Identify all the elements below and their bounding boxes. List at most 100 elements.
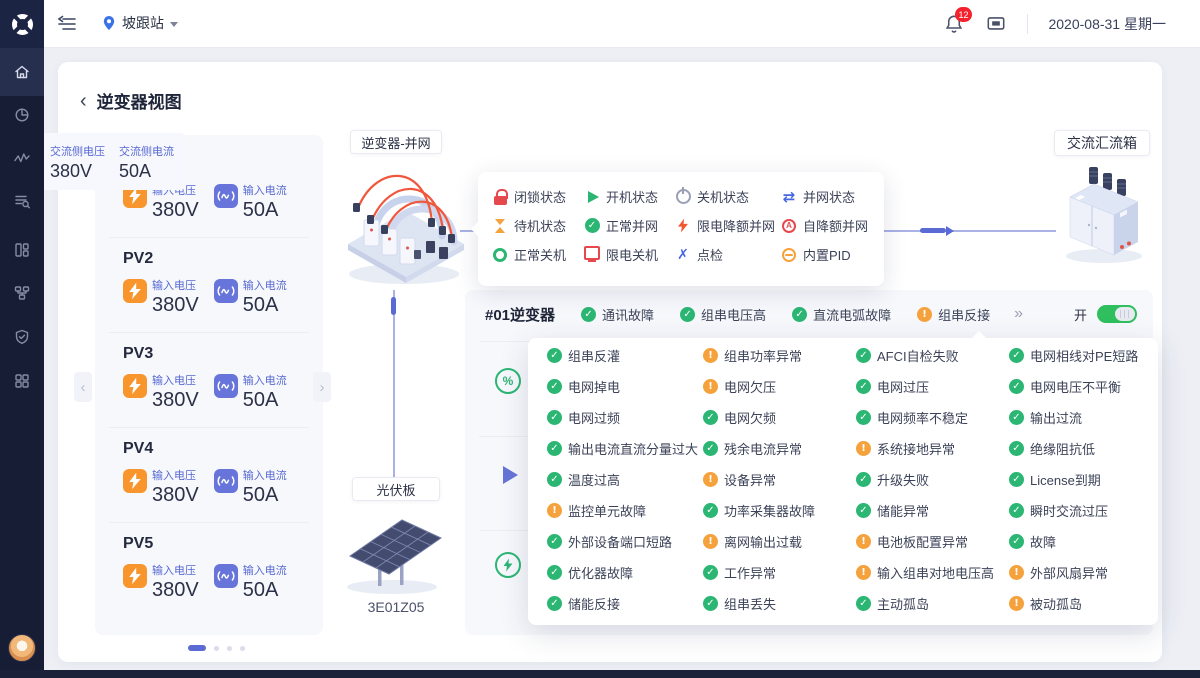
fault-item: 离网输出过载 <box>703 532 856 551</box>
fault-state-icon <box>547 596 562 611</box>
station-selector[interactable]: 坡跟站 <box>102 13 178 33</box>
sidebar-item-topology[interactable] <box>13 284 31 302</box>
pv-panel-tag: 光伏板 <box>352 477 440 501</box>
sidebar-item-records[interactable] <box>13 192 31 210</box>
voltage-icon <box>123 374 147 398</box>
state-icon <box>492 247 508 263</box>
pv-item: PV2 输入电压 380V <box>109 238 309 333</box>
fault-item: 外部风扇异常 <box>1009 563 1158 582</box>
pv-current-label: 输入电流 <box>243 565 287 577</box>
sidebar-item-apps[interactable] <box>13 372 31 390</box>
state-item: 关机状态 <box>675 187 781 206</box>
fault-label: 外部设备端口短路 <box>568 532 672 551</box>
fault-item: 电网过压 <box>856 377 1009 396</box>
fault-state-icon <box>703 503 718 518</box>
state-icon <box>781 247 797 263</box>
fault-item: 输出过流 <box>1009 408 1158 427</box>
ac-combiner-tag: 交流汇流箱 <box>1054 130 1150 156</box>
status-chip-label: 组串反接 <box>938 305 990 324</box>
topbar-actions: 12 2020-08-31 星期一 <box>943 0 1166 48</box>
notification-badge: 12 <box>955 7 971 22</box>
pagination-dot[interactable] <box>188 645 206 651</box>
fault-item: 绝缘阻抗低 <box>1009 439 1158 458</box>
current-icon <box>214 279 238 303</box>
pagination-dot[interactable] <box>240 646 245 651</box>
status-chip: 通讯故障 <box>581 305 654 324</box>
sidebar-collapse-icon[interactable] <box>56 15 78 33</box>
fault-item: 储能反接 <box>547 594 703 613</box>
carousel-prev-button[interactable]: ‹ <box>74 372 92 402</box>
topbar-divider <box>1027 14 1028 34</box>
switch-label: 开 <box>1074 305 1087 324</box>
fault-label: 电网电压不平衡 <box>1030 377 1121 396</box>
fault-item: 组串功率异常 <box>703 346 856 365</box>
sidebar-item-activity[interactable] <box>13 149 31 167</box>
inverter-illustration <box>340 146 474 292</box>
user-avatar[interactable] <box>8 634 36 662</box>
carousel-next-button[interactable]: › <box>313 372 331 402</box>
state-icon <box>675 247 691 263</box>
state-label: 待机状态 <box>514 216 566 235</box>
fault-state-icon <box>856 472 871 487</box>
fault-item: 系统接地异常 <box>856 439 1009 458</box>
fault-state-icon <box>547 565 562 580</box>
pv-voltage-value: 380V <box>152 579 199 602</box>
ac-combiner-illustration <box>1056 157 1151 265</box>
fault-label: 储能异常 <box>877 501 929 520</box>
voltage-icon <box>123 279 147 303</box>
fault-state-icon <box>1009 348 1024 363</box>
fault-label: 被动孤岛 <box>1030 594 1082 613</box>
status-icon <box>917 307 932 322</box>
fault-state-icon <box>703 472 718 487</box>
fault-state-icon <box>1009 410 1024 425</box>
fault-label: 电网相线对PE短路 <box>1030 346 1138 365</box>
topbar: 坡跟站 12 2020-08-31 星期一 <box>0 0 1200 48</box>
fault-state-icon <box>1009 596 1024 611</box>
fault-state-icon <box>856 565 871 580</box>
pagination-dot[interactable] <box>214 646 219 651</box>
pagination-dot[interactable] <box>227 646 232 651</box>
voltage-icon <box>123 469 147 493</box>
fault-label: 故障 <box>1030 532 1056 551</box>
fault-state-icon <box>856 534 871 549</box>
switch-knob <box>1115 307 1135 321</box>
more-button[interactable]: » <box>1014 305 1023 323</box>
fault-item: 电网相线对PE短路 <box>1009 346 1158 365</box>
fault-item: 电网电压不平衡 <box>1009 377 1158 396</box>
fault-state-icon <box>1009 503 1024 518</box>
fault-state-icon <box>856 503 871 518</box>
fault-item: 电网欠压 <box>703 377 856 396</box>
back-button[interactable]: ‹ <box>80 92 87 110</box>
status-chip-label: 组串电压高 <box>701 305 766 324</box>
state-label: 限电降额并网 <box>697 216 775 235</box>
fault-label: 电网过压 <box>877 377 929 396</box>
sidebar-item-security[interactable] <box>13 328 31 346</box>
fault-item: 故障 <box>1009 532 1158 551</box>
state-label: 自降额并网 <box>803 216 868 235</box>
notifications-button[interactable]: 12 <box>943 13 965 35</box>
pv-name: PV4 <box>123 440 309 458</box>
state-label: 点检 <box>697 245 723 264</box>
fault-label: 温度过高 <box>568 470 620 489</box>
ac-voltage-value: 380V <box>50 160 105 182</box>
fault-item: 被动孤岛 <box>1009 594 1158 613</box>
fault-item: 组串丢失 <box>703 594 856 613</box>
fault-item: 电网频率不稳定 <box>856 408 1009 427</box>
sidebar-item-home[interactable] <box>13 63 31 81</box>
status-chip: 组串电压高 <box>680 305 766 324</box>
fault-state-icon <box>547 379 562 394</box>
fault-state-icon <box>1009 379 1024 394</box>
fault-state-icon <box>856 441 871 456</box>
app-logo[interactable] <box>0 0 44 48</box>
state-label: 关机状态 <box>697 187 749 206</box>
sidebar-item-layout[interactable] <box>13 241 31 259</box>
fault-state-icon <box>547 441 562 456</box>
screen-button[interactable] <box>985 13 1007 35</box>
fault-item: 升级失败 <box>856 470 1009 489</box>
state-label: 限电关机 <box>606 245 658 264</box>
pv-voltage-label: 输入电压 <box>152 375 196 387</box>
state-item: 点检 <box>675 245 781 264</box>
sidebar-item-analytics[interactable] <box>13 106 31 124</box>
state-icon <box>781 189 797 205</box>
inverter-switch[interactable] <box>1097 305 1137 323</box>
